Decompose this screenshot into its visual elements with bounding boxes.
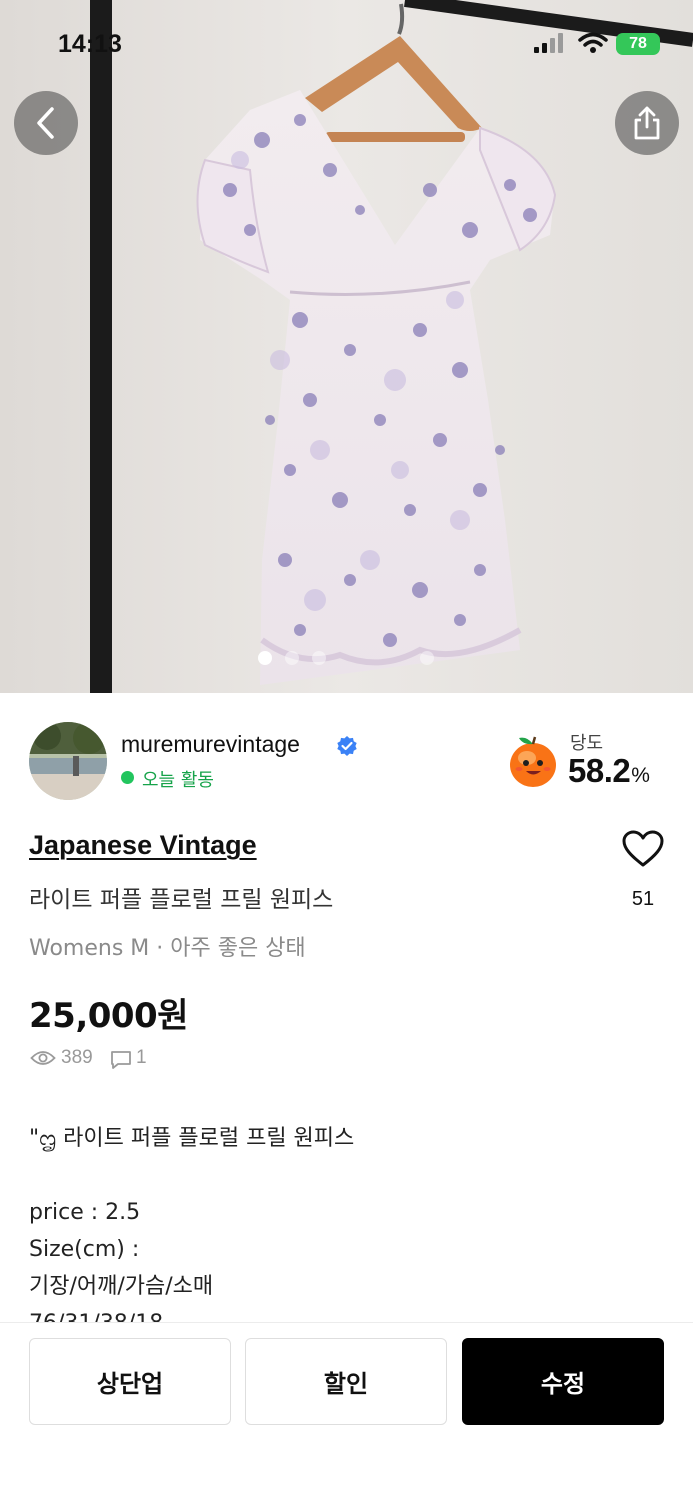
product-photo-gallery[interactable]: 14:13 78 — [0, 0, 693, 693]
comment-icon — [111, 1051, 131, 1069]
seller-avatar[interactable] — [29, 722, 107, 800]
gallery-dot-2[interactable] — [285, 651, 299, 665]
eye-icon — [30, 1051, 56, 1065]
share-button[interactable] — [615, 91, 679, 155]
description-line: Size(cm) : — [29, 1237, 140, 1262]
brand-link[interactable]: Japanese Vintage — [29, 830, 257, 861]
description-line: "ᦗ 라이트 퍼플 플로럴 프릴 원피스 — [29, 1126, 355, 1151]
verified-badge-icon — [337, 736, 357, 756]
gallery-dot-3[interactable] — [312, 651, 326, 665]
peach-mascot-icon — [510, 736, 556, 787]
wifi-icon — [578, 32, 608, 53]
sweetness-unit: % — [631, 764, 650, 787]
battery-level: 78 — [629, 35, 647, 52]
like-count: 51 — [631, 888, 655, 910]
edit-button[interactable]: 수정 — [462, 1338, 664, 1425]
dress-photo — [0, 0, 693, 693]
back-button[interactable] — [14, 91, 78, 155]
description-line: 76/31/38/18 — [29, 1305, 669, 1323]
discount-button[interactable]: 할인 — [245, 1338, 447, 1425]
battery-indicator: 78 — [616, 33, 660, 55]
bottom-action-bar: 상단업 할인 수정 — [0, 1322, 693, 1500]
cellular-signal-icon — [534, 33, 563, 53]
chevron-left-icon — [37, 107, 54, 139]
description-line: 기장/어깨/가슴/소매 — [29, 1274, 214, 1299]
gallery-dot-1[interactable] — [258, 651, 272, 665]
status-bar: 14:13 78 — [0, 0, 693, 90]
bump-to-top-button[interactable]: 상단업 — [29, 1338, 231, 1425]
avatar-image — [29, 722, 107, 800]
sweetness-score[interactable]: 58.2% — [568, 752, 650, 790]
product-title: 라이트 퍼플 플로럴 프릴 원피스 — [29, 887, 334, 913]
description-line: price : 2.5 — [29, 1200, 141, 1225]
product-price: 25,000원 — [29, 996, 188, 1036]
status-time: 14:13 — [58, 30, 122, 58]
product-detail-screen: 14:13 78 muremurevintage 오늘 활동 당도 58.2% … — [0, 0, 693, 1500]
product-size-condition: Womens M · 아주 좋은 상태 — [29, 936, 306, 961]
comment-count: 1 — [136, 1047, 147, 1068]
heart-icon[interactable] — [622, 830, 664, 868]
seller-name[interactable]: muremurevintage — [121, 731, 300, 758]
activity-status: 오늘 활동 — [142, 770, 214, 791]
share-icon — [634, 106, 660, 140]
gallery-dot-4[interactable] — [420, 651, 434, 665]
view-count: 389 — [61, 1047, 93, 1068]
product-description: "ᦗ 라이트 퍼플 플로럴 프릴 원피스 price : 2.5 Size(cm… — [29, 1120, 669, 1323]
sweetness-value: 58.2 — [568, 752, 631, 789]
activity-status-dot — [121, 771, 134, 784]
description-line — [29, 1157, 669, 1194]
